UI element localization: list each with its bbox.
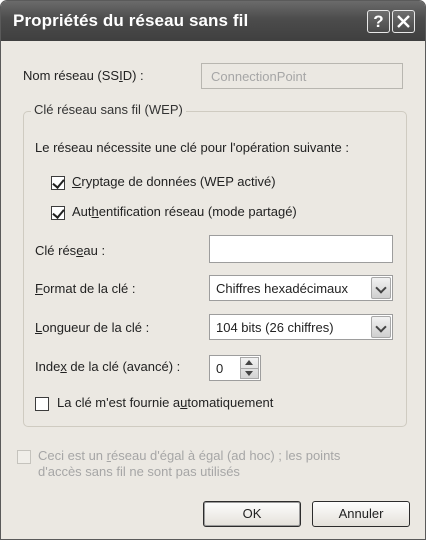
key-length-select[interactable]: 104 bits (26 chiffres) bbox=[209, 314, 393, 340]
network-key-input[interactable] bbox=[209, 235, 393, 263]
spinner-divider bbox=[241, 368, 258, 369]
chevron-down-icon bbox=[375, 282, 387, 294]
spin-down-icon[interactable] bbox=[245, 371, 253, 376]
key-length-label: Longueur de la clé : bbox=[35, 320, 150, 335]
ok-button[interactable]: OK bbox=[203, 501, 301, 527]
help-button[interactable]: ? bbox=[367, 10, 390, 33]
key-format-label: Format de la clé : bbox=[35, 281, 136, 296]
cancel-button[interactable]: Annuler bbox=[312, 501, 410, 527]
check-icon bbox=[52, 206, 65, 219]
encrypt-checkbox[interactable] bbox=[51, 176, 65, 190]
help-icon: ? bbox=[373, 12, 384, 31]
spin-up-icon[interactable] bbox=[245, 360, 253, 365]
adhoc-label-line2: d'accès sans fil ne sont pas utilisés bbox=[38, 464, 240, 479]
dropdown-button[interactable] bbox=[371, 277, 391, 299]
key-index-spinner[interactable] bbox=[240, 357, 259, 379]
ssid-label: Nom réseau (SSID) : bbox=[23, 68, 144, 83]
encrypt-label[interactable]: Cryptage de données (WEP activé) bbox=[72, 174, 276, 189]
key-format-select[interactable]: Chiffres hexadécimaux bbox=[209, 275, 393, 301]
auto-key-label[interactable]: La clé m'est fournie automatiquement bbox=[57, 395, 273, 410]
key-index-label: Index de la clé (avancé) : bbox=[35, 359, 181, 374]
check-icon bbox=[52, 176, 65, 189]
auth-label[interactable]: Authentification réseau (mode partagé) bbox=[72, 204, 297, 219]
adhoc-checkbox bbox=[17, 450, 31, 464]
title-bar[interactable]: Propriétés du réseau sans fil ? bbox=[1, 1, 425, 41]
wireless-properties-dialog: Propriétés du réseau sans fil ? Nom rése… bbox=[0, 0, 426, 540]
adhoc-label-line1: Ceci est un réseau d'égal à égal (ad hoc… bbox=[38, 448, 341, 463]
key-format-value: Chiffres hexadécimaux bbox=[216, 281, 348, 296]
key-length-value: 104 bits (26 chiffres) bbox=[216, 320, 334, 335]
network-key-label: Clé réseau : bbox=[35, 243, 106, 258]
ssid-input: ConnectionPoint bbox=[201, 63, 403, 89]
auto-key-checkbox[interactable] bbox=[35, 397, 49, 411]
wep-intro-text: Le réseau nécessite une clé pour l'opéra… bbox=[35, 140, 349, 155]
close-button[interactable] bbox=[392, 10, 415, 33]
dropdown-button[interactable] bbox=[371, 316, 391, 338]
close-icon bbox=[397, 15, 410, 28]
wep-group-title: Clé réseau sans fil (WEP) bbox=[31, 102, 186, 117]
auth-checkbox[interactable] bbox=[51, 206, 65, 220]
chevron-down-icon bbox=[375, 321, 387, 333]
window-title: Propriétés du réseau sans fil bbox=[13, 11, 249, 30]
